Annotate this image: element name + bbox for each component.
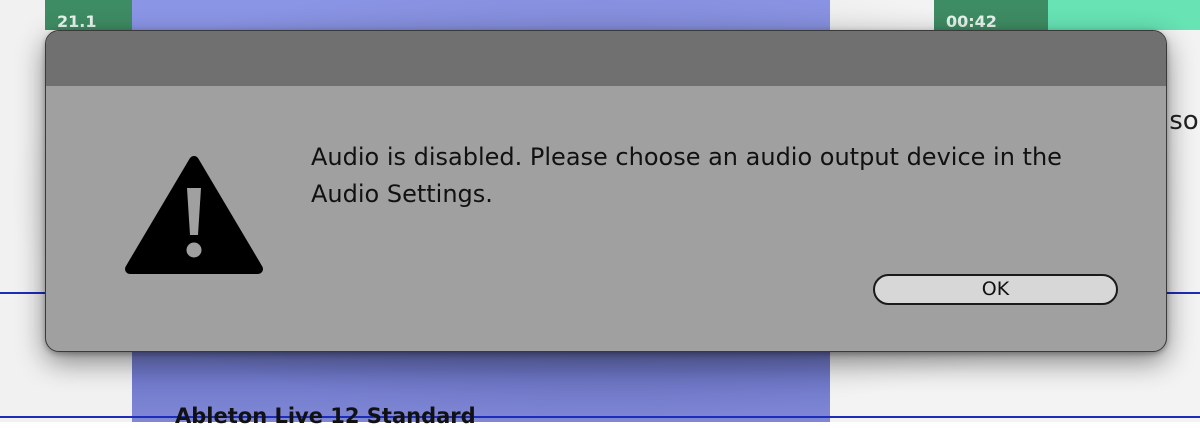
background-mint-bar: [1048, 0, 1200, 30]
background-tab-left: 21.1: [45, 0, 132, 30]
dialog-title-bar[interactable]: [46, 31, 1166, 86]
dialog-body: Audio is disabled. Please choose an audi…: [46, 86, 1166, 351]
dialog-message: Audio is disabled. Please choose an audi…: [311, 143, 1062, 208]
alert-dialog: Audio is disabled. Please choose an audi…: [45, 30, 1167, 352]
ok-button[interactable]: OK: [873, 274, 1118, 305]
warning-triangle-icon: [124, 155, 264, 277]
background-tab-right: 00:42: [934, 0, 1048, 30]
background-app-title-text: Ableton Live 12 Standard: [175, 404, 476, 428]
background-right-edge-text: iso: [1162, 106, 1199, 136]
